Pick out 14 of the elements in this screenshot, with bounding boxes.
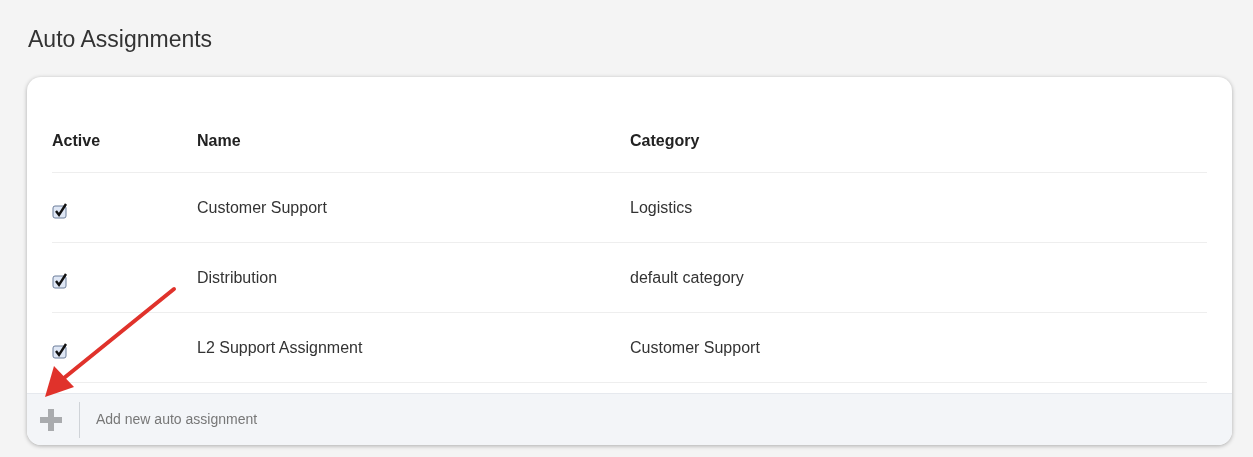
page-title: Auto Assignments	[28, 25, 213, 54]
checkbox[interactable]	[52, 272, 68, 289]
assignment-name: Distribution	[197, 268, 278, 286]
category-name: Customer Support	[630, 338, 760, 356]
checkbox[interactable]	[52, 202, 68, 219]
checkbox[interactable]	[52, 342, 68, 359]
assignment-name: L2 Support Assignment	[197, 338, 363, 356]
column-header: Active	[52, 131, 101, 149]
category-name: default category	[630, 268, 744, 286]
assignment-name: Customer Support	[197, 198, 327, 216]
add-assignment-link[interactable]: Add new auto assignment	[96, 409, 258, 430]
column-header: Category	[630, 131, 700, 149]
column-header: Name	[197, 131, 241, 149]
category-name: Logistics	[630, 198, 693, 216]
